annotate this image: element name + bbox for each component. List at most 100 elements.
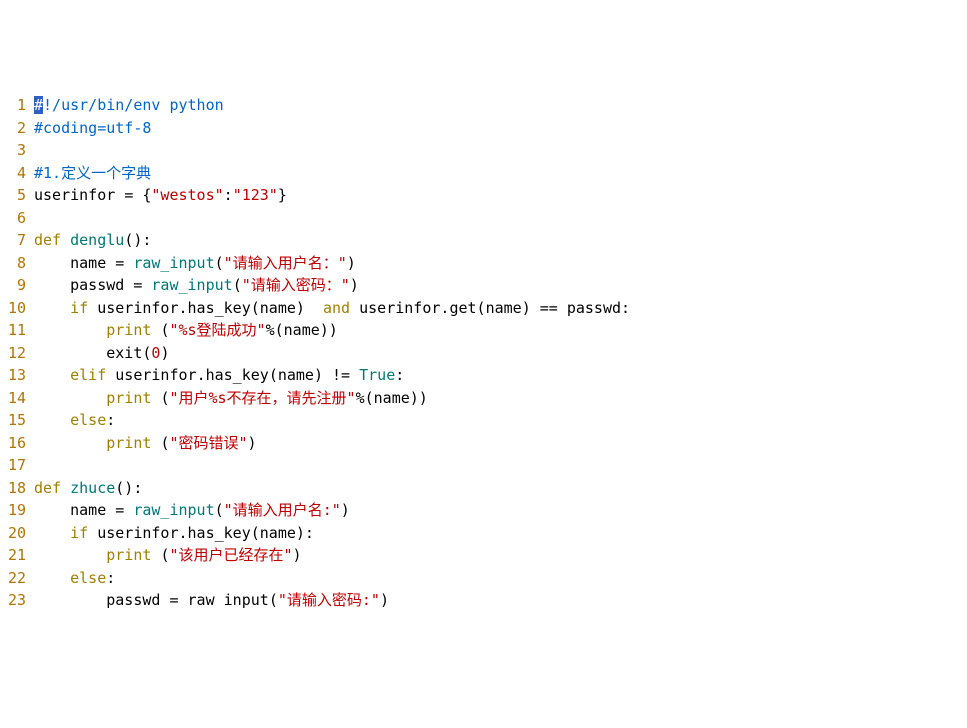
code-token: passwd [567, 299, 621, 317]
code-token: == [540, 299, 567, 317]
code-token: ( [365, 389, 374, 407]
code-token: % [356, 389, 365, 407]
code-token: "请输入用户名：" [224, 254, 347, 272]
code-token: ) [314, 366, 332, 384]
code-token: print [106, 321, 151, 339]
code-token: name [278, 366, 314, 384]
code-token [61, 231, 70, 249]
code-token [34, 546, 106, 564]
code-line: 20 if userinfor.has_key(name): [0, 522, 967, 545]
code-line: 22 else: [0, 567, 967, 590]
code-token: % [266, 321, 275, 339]
code-content [34, 139, 967, 162]
code-token: : [106, 411, 115, 429]
code-token: "westos" [151, 186, 223, 204]
code-line: 18def zhuce(): [0, 477, 967, 500]
code-token: passwd [34, 591, 169, 609]
line-number: 3 [0, 139, 34, 162]
code-content: #coding=utf-8 [34, 117, 967, 140]
code-line: 21 print ("该用户已经存在") [0, 544, 967, 567]
code-token [34, 569, 70, 587]
code-token: userinfor [88, 524, 178, 542]
code-token: has_key [188, 299, 251, 317]
code-token: if [70, 299, 88, 317]
line-number: 13 [0, 364, 34, 387]
code-token: print [106, 546, 151, 564]
line-number: 19 [0, 499, 34, 522]
code-token [34, 321, 106, 339]
line-number: 18 [0, 477, 34, 500]
code-token: "123" [233, 186, 278, 204]
line-number: 16 [0, 432, 34, 455]
code-content: else: [34, 409, 967, 432]
code-token: elif [70, 366, 106, 384]
code-line: 11 print ("%s登陆成功"%(name)) [0, 319, 967, 342]
code-editor: 1#!/usr/bin/env python2#coding=utf-834#1… [0, 94, 967, 612]
code-token: name [260, 299, 296, 317]
code-token: # [34, 96, 43, 114]
code-line: 3 [0, 139, 967, 162]
code-line: 9 passwd = raw_input("请输入密码：") [0, 274, 967, 297]
code-content: #!/usr/bin/env python [34, 94, 967, 117]
code-token: if [70, 524, 88, 542]
code-token: denglu [70, 231, 124, 249]
code-token: ) [160, 344, 169, 362]
code-token: def [34, 479, 61, 497]
line-number: 9 [0, 274, 34, 297]
code-token: ) [296, 299, 323, 317]
code-token: "密码错误" [169, 434, 247, 452]
code-token: #coding=utf-8 [34, 119, 151, 137]
code-token: raw_input [133, 254, 214, 272]
code-token: name [34, 501, 115, 519]
code-token: "请输入用户名:" [224, 501, 341, 519]
code-token [34, 524, 70, 542]
line-number: 7 [0, 229, 34, 252]
code-token: : [395, 366, 404, 384]
code-token: ) [347, 254, 356, 272]
code-token: def [34, 231, 61, 249]
code-line: 12 exit(0) [0, 342, 967, 365]
code-token: name [284, 321, 320, 339]
code-token: "该用户已经存在" [169, 546, 292, 564]
code-token: userinfor [34, 186, 124, 204]
code-content: exit(0) [34, 342, 967, 365]
code-token [34, 411, 70, 429]
code-content: def denglu(): [34, 229, 967, 252]
code-token: "%s登陆成功" [169, 321, 265, 339]
code-content: print ("该用户已经存在") [34, 544, 967, 567]
code-content: if userinfor.has_key(name) and userinfor… [34, 297, 967, 320]
code-token: ( [233, 276, 242, 294]
code-token: : [224, 186, 233, 204]
code-content [34, 454, 967, 477]
code-content: def zhuce(): [34, 477, 967, 500]
code-token [34, 434, 106, 452]
code-token: name [486, 299, 522, 317]
code-token: ) [380, 591, 389, 609]
code-token: : [621, 299, 630, 317]
code-line: 13 elif userinfor.has_key(name) != True: [0, 364, 967, 387]
code-token: )) [320, 321, 338, 339]
code-token: ( [251, 299, 260, 317]
code-token: has_key [188, 524, 251, 542]
code-token: ( [269, 591, 278, 609]
code-token: #1.定义一个字典 [34, 164, 151, 182]
code-token: else [70, 411, 106, 429]
code-line: 2#coding=utf-8 [0, 117, 967, 140]
code-content: userinfor = {"westos":"123"} [34, 184, 967, 207]
line-number: 4 [0, 162, 34, 185]
code-token: ( [269, 366, 278, 384]
code-token: and [323, 299, 350, 317]
code-token: has_key [206, 366, 269, 384]
code-token: else [70, 569, 106, 587]
code-token: ( [251, 524, 260, 542]
code-token: )) [410, 389, 428, 407]
code-token: = [169, 591, 187, 609]
code-token [34, 389, 106, 407]
code-token: raw_input [133, 501, 214, 519]
code-token: ) [293, 546, 302, 564]
code-content: print ("密码错误") [34, 432, 967, 455]
code-line: 17 [0, 454, 967, 477]
code-line: 16 print ("密码错误") [0, 432, 967, 455]
code-token: ): [296, 524, 314, 542]
code-token: ) [522, 299, 540, 317]
